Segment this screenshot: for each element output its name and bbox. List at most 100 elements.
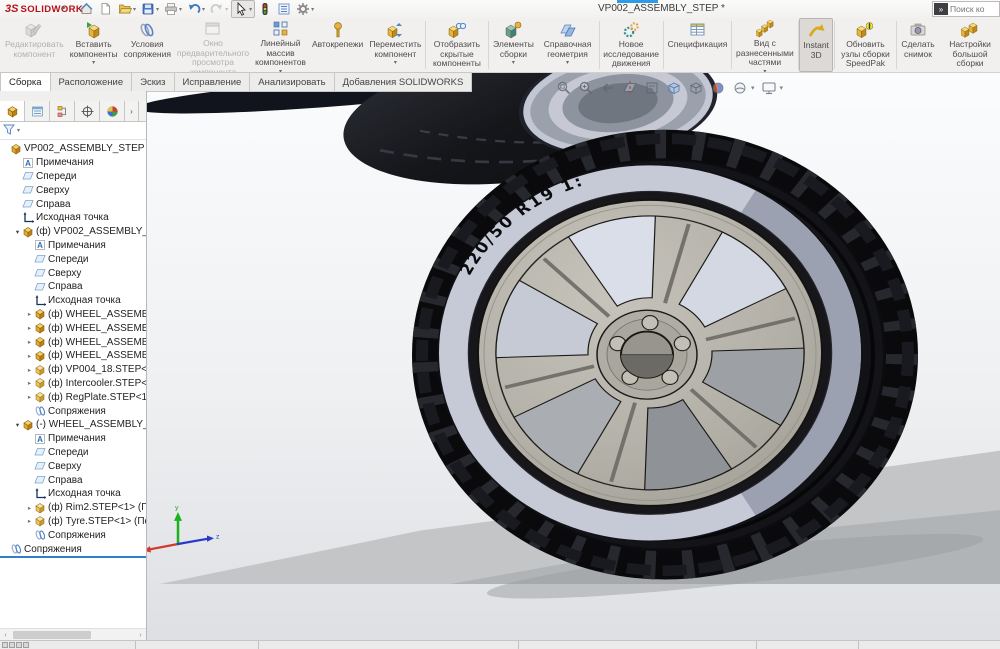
graphics-viewport[interactable]: 220/50 R19 1:10 [0, 72, 1000, 648]
ribbon-button-bom[interactable]: Спецификация [665, 18, 731, 72]
options-gear-icon[interactable]: ▾ [294, 1, 316, 17]
tree-item[interactable]: Справа [0, 473, 146, 487]
tree-item[interactable]: ▾(ф) VP002_ASSEMBLY_STEP.STEP<1 [0, 225, 146, 239]
dynamic-annotations-icon[interactable] [644, 80, 660, 96]
ribbon-button-speedpak[interactable]: Обновить узлы сборки SpeedPak [836, 18, 896, 72]
expander-open-icon[interactable]: ▾ [13, 421, 22, 429]
tree-item[interactable]: Сопряжения [0, 528, 146, 542]
panel-tab-dimxpert[interactable] [75, 101, 100, 121]
expander-closed-icon[interactable]: ▸ [25, 324, 34, 332]
tree-item[interactable]: Спереди [0, 446, 146, 460]
panel-tab-configurationmanager[interactable] [50, 101, 75, 121]
tree-item[interactable]: ▸(ф) Tyre.STEP<1> (По умолч [0, 515, 146, 529]
panel-tab-propertymanager[interactable] [25, 101, 50, 121]
tree-item[interactable]: Спереди [0, 252, 146, 266]
ribbon-button-mates[interactable]: Условия сопряжения [121, 18, 174, 72]
panel-tab-displaymanager[interactable] [100, 101, 125, 121]
tree-item[interactable]: Исходная точка [0, 211, 146, 225]
tab-Эскиз[interactable]: Эскиз [132, 72, 174, 92]
panel-tab-featuremanager[interactable] [0, 101, 25, 121]
tab-Исправление[interactable]: Исправление [175, 72, 251, 92]
filter-funnel-icon[interactable] [3, 122, 15, 140]
tree-item[interactable]: Исходная точка [0, 294, 146, 308]
scroll-thumb[interactable] [13, 631, 91, 639]
tree-item[interactable]: Сверху [0, 459, 146, 473]
zoom-area-icon[interactable] [578, 80, 594, 96]
dropdown-caret-icon[interactable]: ▾ [780, 84, 784, 92]
ribbon-button-show-hidden[interactable]: Отобразить скрытые компоненты [427, 18, 487, 72]
redo-icon[interactable]: ▾ [208, 1, 230, 17]
tab-Добавления SOLIDWORKS[interactable]: Добавления SOLIDWORKS [335, 72, 473, 92]
tree-item[interactable]: AПримечания [0, 432, 146, 446]
tree-item[interactable]: Сверху [0, 266, 146, 280]
scroll-right-arrow[interactable]: › [135, 632, 146, 639]
tree-item[interactable]: Сопряжения [0, 542, 146, 556]
tab-Сборка[interactable]: Сборка [0, 72, 51, 92]
ribbon-button-instant3d[interactable]: Instant 3D [799, 18, 833, 72]
expander-closed-icon[interactable]: ▸ [25, 393, 34, 401]
expander-closed-icon[interactable]: ▸ [25, 517, 34, 525]
design-checker-icon[interactable] [256, 1, 274, 17]
apply-scene-icon[interactable] [732, 80, 748, 96]
tree-item[interactable]: ▸(ф) WHEEL_ASSEMBLY_2.STEP [0, 308, 146, 322]
ribbon-button-large-assembly[interactable]: Настройки большой сборки [938, 18, 1000, 72]
tree-item[interactable]: ▸(ф) VP004_18.STEP<1> (По ум [0, 363, 146, 377]
expander-closed-icon[interactable]: ▸ [25, 504, 34, 512]
home-icon[interactable] [78, 1, 96, 17]
section-view-icon[interactable] [622, 80, 638, 96]
tree-item[interactable]: Справа [0, 280, 146, 294]
expander-open-icon[interactable]: ▾ [13, 228, 22, 236]
panel-tabs-overflow[interactable]: › [125, 101, 139, 121]
display-report-icon[interactable] [275, 1, 293, 17]
ribbon-button-exploded-view[interactable]: Вид с разнесенными частями▾ [733, 18, 797, 72]
scroll-left-arrow[interactable]: ‹ [0, 632, 11, 639]
tree-item[interactable]: ▸(ф) Intercooler.STEP<1> (По у [0, 377, 146, 391]
expander-closed-icon[interactable]: ▸ [25, 366, 34, 374]
toolbar-expander-icon[interactable]: ▸ [62, 3, 66, 12]
expander-closed-icon[interactable]: ▸ [25, 379, 34, 387]
tree-item[interactable]: Исходная точка [0, 487, 146, 501]
tree-item[interactable]: AПримечания [0, 239, 146, 253]
view-settings-icon[interactable] [761, 80, 777, 96]
select-cursor-icon[interactable]: ▾ [231, 0, 255, 18]
expander-closed-icon[interactable]: ▸ [25, 310, 34, 318]
tree-item[interactable]: AПримечания [0, 156, 146, 170]
dropdown-caret-icon[interactable]: ▾ [566, 60, 569, 66]
view-orientation-icon[interactable] [666, 80, 682, 96]
tab-Расположение[interactable]: Расположение [51, 72, 133, 92]
tree-item[interactable]: Спереди [0, 170, 146, 184]
ribbon-button-motion-study[interactable]: Новое исследование движения [600, 18, 662, 72]
ribbon-button-insert-components[interactable]: Вставить компоненты▾ [67, 18, 121, 72]
ribbon-button-reference-geometry[interactable]: Справочная геометрия▾ [537, 18, 597, 72]
tree-filter[interactable]: ▾ [0, 122, 146, 140]
ribbon-button-preview-window[interactable]: Окно предварительного просмотра компонен… [174, 18, 252, 72]
tree-item[interactable]: ▸(ф) RegPlate.STEP<1> (По ум [0, 390, 146, 404]
tree-item[interactable]: Сопряжения [0, 404, 146, 418]
open-document-icon[interactable]: ▾ [116, 1, 138, 17]
tree-item[interactable]: ▸(ф) Rim2.STEP<1> (По умолч [0, 501, 146, 515]
ribbon-button-assembly-features[interactable]: Элементы сборки▾ [489, 18, 537, 72]
tree-item[interactable]: ▾(-) WHEEL_ASSEMBLY_2_STEP.STE [0, 418, 146, 432]
zoom-fit-icon[interactable] [556, 80, 572, 96]
expander-closed-icon[interactable]: ▸ [25, 352, 34, 360]
last-view-icon[interactable] [600, 80, 616, 96]
tree-item[interactable]: Справа [0, 197, 146, 211]
undo-icon[interactable]: ▾ [185, 1, 207, 17]
panel-split-divider[interactable] [0, 556, 146, 558]
tree-item[interactable]: ▸(ф) WHEEL_ASSEMBLY_2.STEP [0, 335, 146, 349]
tree-item[interactable]: Сверху [0, 183, 146, 197]
filter-caret-icon[interactable]: ▾ [17, 127, 20, 134]
dropdown-caret-icon[interactable]: ▾ [394, 60, 397, 66]
search-input[interactable] [950, 4, 994, 14]
tree-item[interactable]: ▸(ф) WHEEL_ASSEMBLY_2.STEP [0, 349, 146, 363]
print-icon[interactable]: ▾ [162, 1, 184, 17]
ribbon-button-edit-component[interactable]: Редактировать компонент [2, 18, 67, 72]
dropdown-caret-icon[interactable]: ▾ [751, 84, 755, 92]
tree-item[interactable]: ▸(ф) WHEEL_ASSEMBLY_2.STEP [0, 321, 146, 335]
display-style-icon[interactable] [688, 80, 704, 96]
expander-closed-icon[interactable]: ▸ [25, 338, 34, 346]
tree-item[interactable]: VP002_ASSEMBLY_STEP (По умолчанию [0, 142, 146, 156]
ribbon-button-snapshot[interactable]: Сделать снимок [898, 18, 938, 72]
dropdown-caret-icon[interactable]: ▾ [92, 60, 95, 66]
save-icon[interactable]: ▾ [139, 1, 161, 17]
